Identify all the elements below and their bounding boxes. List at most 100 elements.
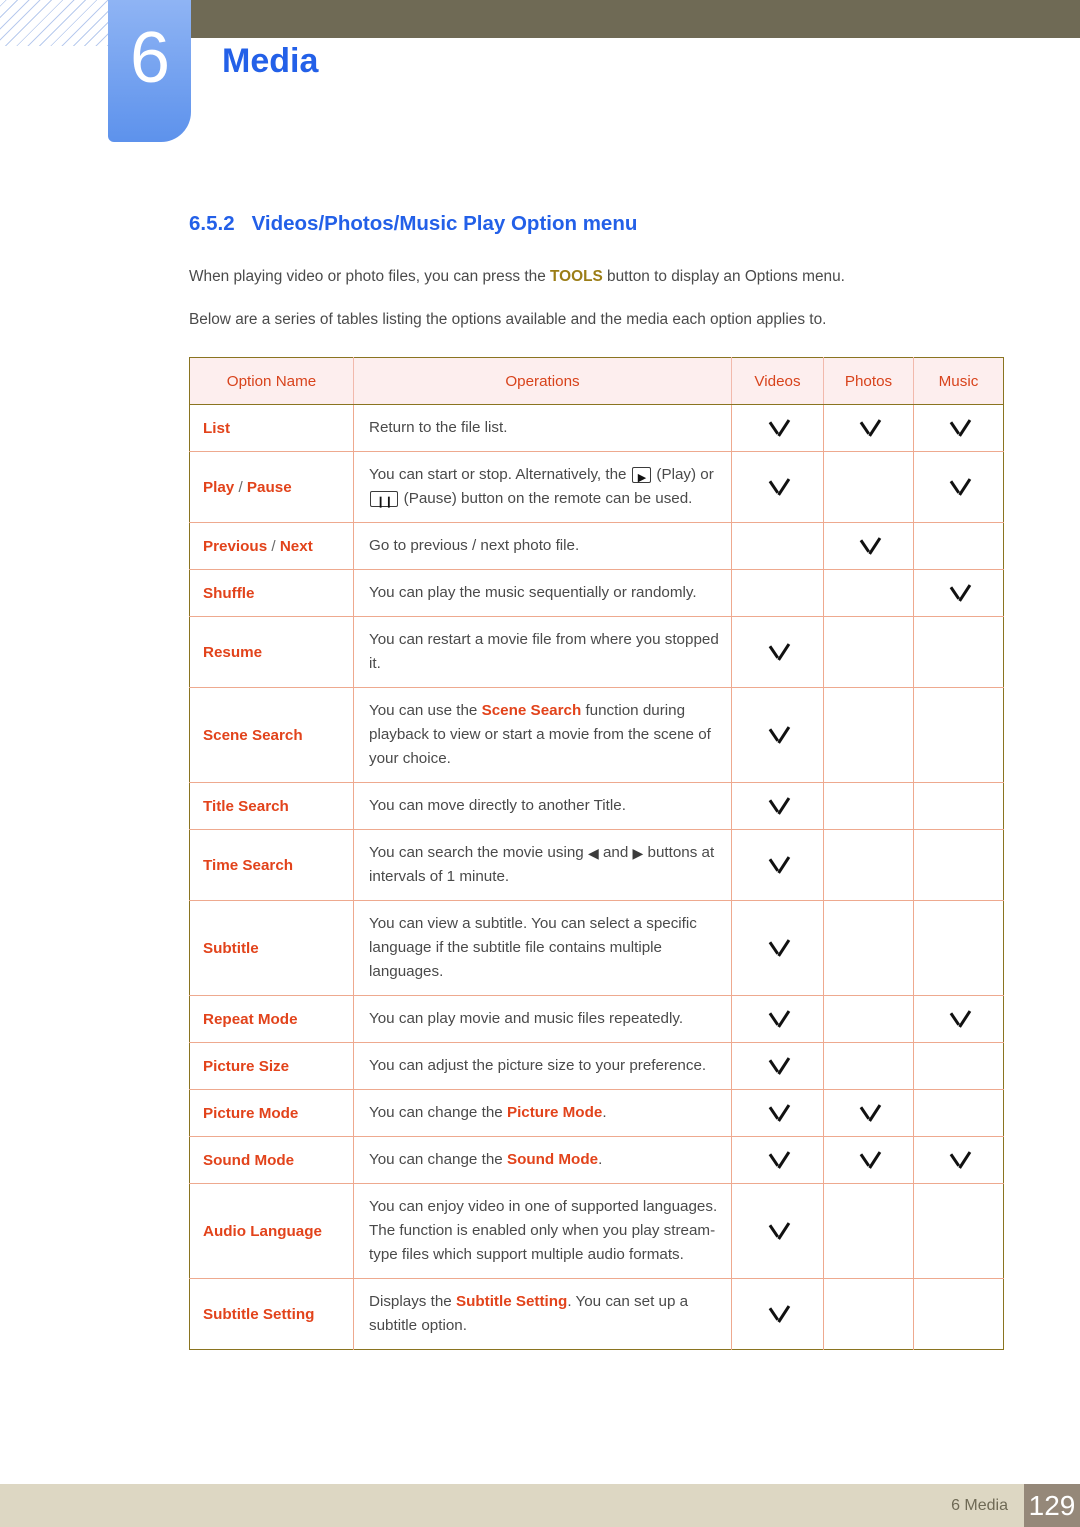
music-check-cell bbox=[913, 522, 1004, 571]
intro-text-1b: button to display an Options menu. bbox=[602, 268, 845, 285]
checkmark-icon bbox=[767, 1100, 789, 1122]
photos-check-cell bbox=[823, 616, 914, 689]
checkmark-icon bbox=[767, 1006, 789, 1028]
checkmark-icon bbox=[858, 533, 880, 555]
music-check-cell bbox=[913, 404, 1004, 453]
checkmark-icon bbox=[767, 793, 789, 815]
option-name: Picture Size bbox=[189, 1042, 354, 1091]
play-icon: ▶ bbox=[631, 467, 652, 484]
table-row: Subtitle Setting Displays the Subtitle S… bbox=[189, 1278, 1004, 1350]
photos-check-cell bbox=[823, 1136, 914, 1185]
column-header-operations: Operations bbox=[353, 357, 732, 405]
option-name: Previous / Next bbox=[189, 522, 354, 571]
intro-paragraph-2: Below are a series of tables listing the… bbox=[189, 311, 827, 329]
table-row: Shuffle You can play the music sequentia… bbox=[189, 569, 1004, 618]
column-header-music: Music bbox=[913, 357, 1004, 405]
option-name: Repeat Mode bbox=[189, 995, 354, 1044]
table-row: Play / Pause You can start or stop. Alte… bbox=[189, 451, 1004, 524]
music-check-cell bbox=[913, 1183, 1004, 1280]
table-row: Time Search You can search the movie usi… bbox=[189, 829, 1004, 902]
table-row: Picture Mode You can change the Picture … bbox=[189, 1089, 1004, 1138]
checkmark-icon bbox=[767, 935, 789, 957]
page-number: 129 bbox=[1024, 1484, 1080, 1527]
option-operation: You can change the Sound Mode. bbox=[353, 1136, 732, 1185]
table-row: Title Search You can move directly to an… bbox=[189, 782, 1004, 831]
checkmark-icon bbox=[948, 1006, 970, 1028]
music-check-cell bbox=[913, 1136, 1004, 1185]
photos-check-cell bbox=[823, 1183, 914, 1280]
videos-check-cell bbox=[731, 1136, 824, 1185]
option-operation: Go to previous / next photo file. bbox=[353, 522, 732, 571]
operation-text-2: and bbox=[598, 844, 633, 862]
option-name-first: Previous bbox=[203, 537, 268, 555]
option-operation: You can enjoy video in one of supported … bbox=[353, 1183, 732, 1280]
videos-check-cell bbox=[731, 569, 824, 618]
photos-check-cell bbox=[823, 900, 914, 997]
photos-check-cell bbox=[823, 687, 914, 784]
table-row: Scene Search You can use the Scene Searc… bbox=[189, 687, 1004, 784]
operation-keyword: Picture Mode bbox=[506, 1104, 603, 1122]
photos-check-cell bbox=[823, 1278, 914, 1350]
videos-check-cell bbox=[731, 782, 824, 831]
music-check-cell bbox=[913, 995, 1004, 1044]
section-heading: 6.5.2 Videos/Photos/Music Play Option men… bbox=[189, 212, 1003, 236]
checkmark-icon bbox=[948, 1147, 970, 1169]
checkmark-icon bbox=[948, 474, 970, 496]
table-row: Sound Mode You can change the Sound Mode… bbox=[189, 1136, 1004, 1185]
chapter-number: 6 bbox=[129, 18, 170, 98]
tools-keyword: TOOLS bbox=[550, 268, 603, 285]
operation-text-1: You can change the bbox=[369, 1104, 507, 1122]
option-name: Play / Pause bbox=[189, 451, 354, 524]
table-row: Repeat Mode You can play movie and music… bbox=[189, 995, 1004, 1044]
option-operation: Return to the file list. bbox=[353, 404, 732, 453]
option-name: List bbox=[189, 404, 354, 453]
music-check-cell bbox=[913, 687, 1004, 784]
option-operation: You can move directly to another Title. bbox=[353, 782, 732, 831]
option-name-separator: / bbox=[267, 537, 280, 555]
operation-text-1: You can change the bbox=[369, 1151, 507, 1169]
option-operation: You can start or stop. Alternatively, th… bbox=[353, 451, 732, 524]
column-header-videos: Videos bbox=[731, 357, 824, 405]
videos-check-cell bbox=[731, 1278, 824, 1350]
videos-check-cell bbox=[731, 1183, 824, 1280]
table-row: Resume You can restart a movie file from… bbox=[189, 616, 1004, 689]
option-name-separator: / bbox=[234, 478, 247, 496]
photos-check-cell bbox=[823, 829, 914, 902]
option-name-first: Play bbox=[203, 478, 235, 496]
column-header-photos: Photos bbox=[823, 357, 914, 405]
photos-check-cell bbox=[823, 404, 914, 453]
option-operation: You can play movie and music files repea… bbox=[353, 995, 732, 1044]
videos-check-cell bbox=[731, 995, 824, 1044]
table-header-row: Option Name Operations Videos Photos Mus… bbox=[189, 357, 1004, 405]
option-operation: You can view a subtitle. You can select … bbox=[353, 900, 732, 997]
footer-chapter-label: 6 Media bbox=[951, 1496, 1008, 1514]
option-operation: You can use the Scene Search function du… bbox=[353, 687, 732, 784]
music-check-cell bbox=[913, 1042, 1004, 1091]
photos-check-cell bbox=[823, 1042, 914, 1091]
videos-check-cell bbox=[731, 1042, 824, 1091]
operation-text-2: . bbox=[598, 1151, 603, 1169]
play-option-table: Option Name Operations Videos Photos Mus… bbox=[189, 357, 1004, 1351]
intro-paragraph-1: When playing video or photo files, you c… bbox=[189, 266, 1003, 288]
corner-hatch-decoration bbox=[0, 0, 108, 46]
photos-check-cell bbox=[823, 451, 914, 524]
option-name: Audio Language bbox=[189, 1183, 354, 1280]
photos-check-cell bbox=[823, 782, 914, 831]
option-name: Subtitle Setting bbox=[189, 1278, 354, 1350]
videos-check-cell bbox=[731, 1089, 824, 1138]
table-row: List Return to the file list. bbox=[189, 404, 1004, 453]
operation-text-1: You can use the bbox=[369, 702, 482, 720]
option-name-second: Pause bbox=[246, 478, 292, 496]
checkmark-icon bbox=[767, 1301, 789, 1323]
checkmark-icon bbox=[948, 415, 970, 437]
music-check-cell bbox=[914, 1279, 1004, 1350]
option-name: Title Search bbox=[189, 782, 354, 831]
photos-check-cell bbox=[823, 522, 914, 571]
checkmark-icon bbox=[948, 580, 970, 602]
column-header-option-name: Option Name bbox=[189, 357, 354, 405]
checkmark-icon bbox=[858, 1100, 880, 1122]
photos-check-cell bbox=[823, 1089, 914, 1138]
operation-text-1: Displays the bbox=[369, 1293, 456, 1311]
checkmark-icon bbox=[767, 1053, 789, 1075]
music-check-cell bbox=[913, 569, 1004, 618]
